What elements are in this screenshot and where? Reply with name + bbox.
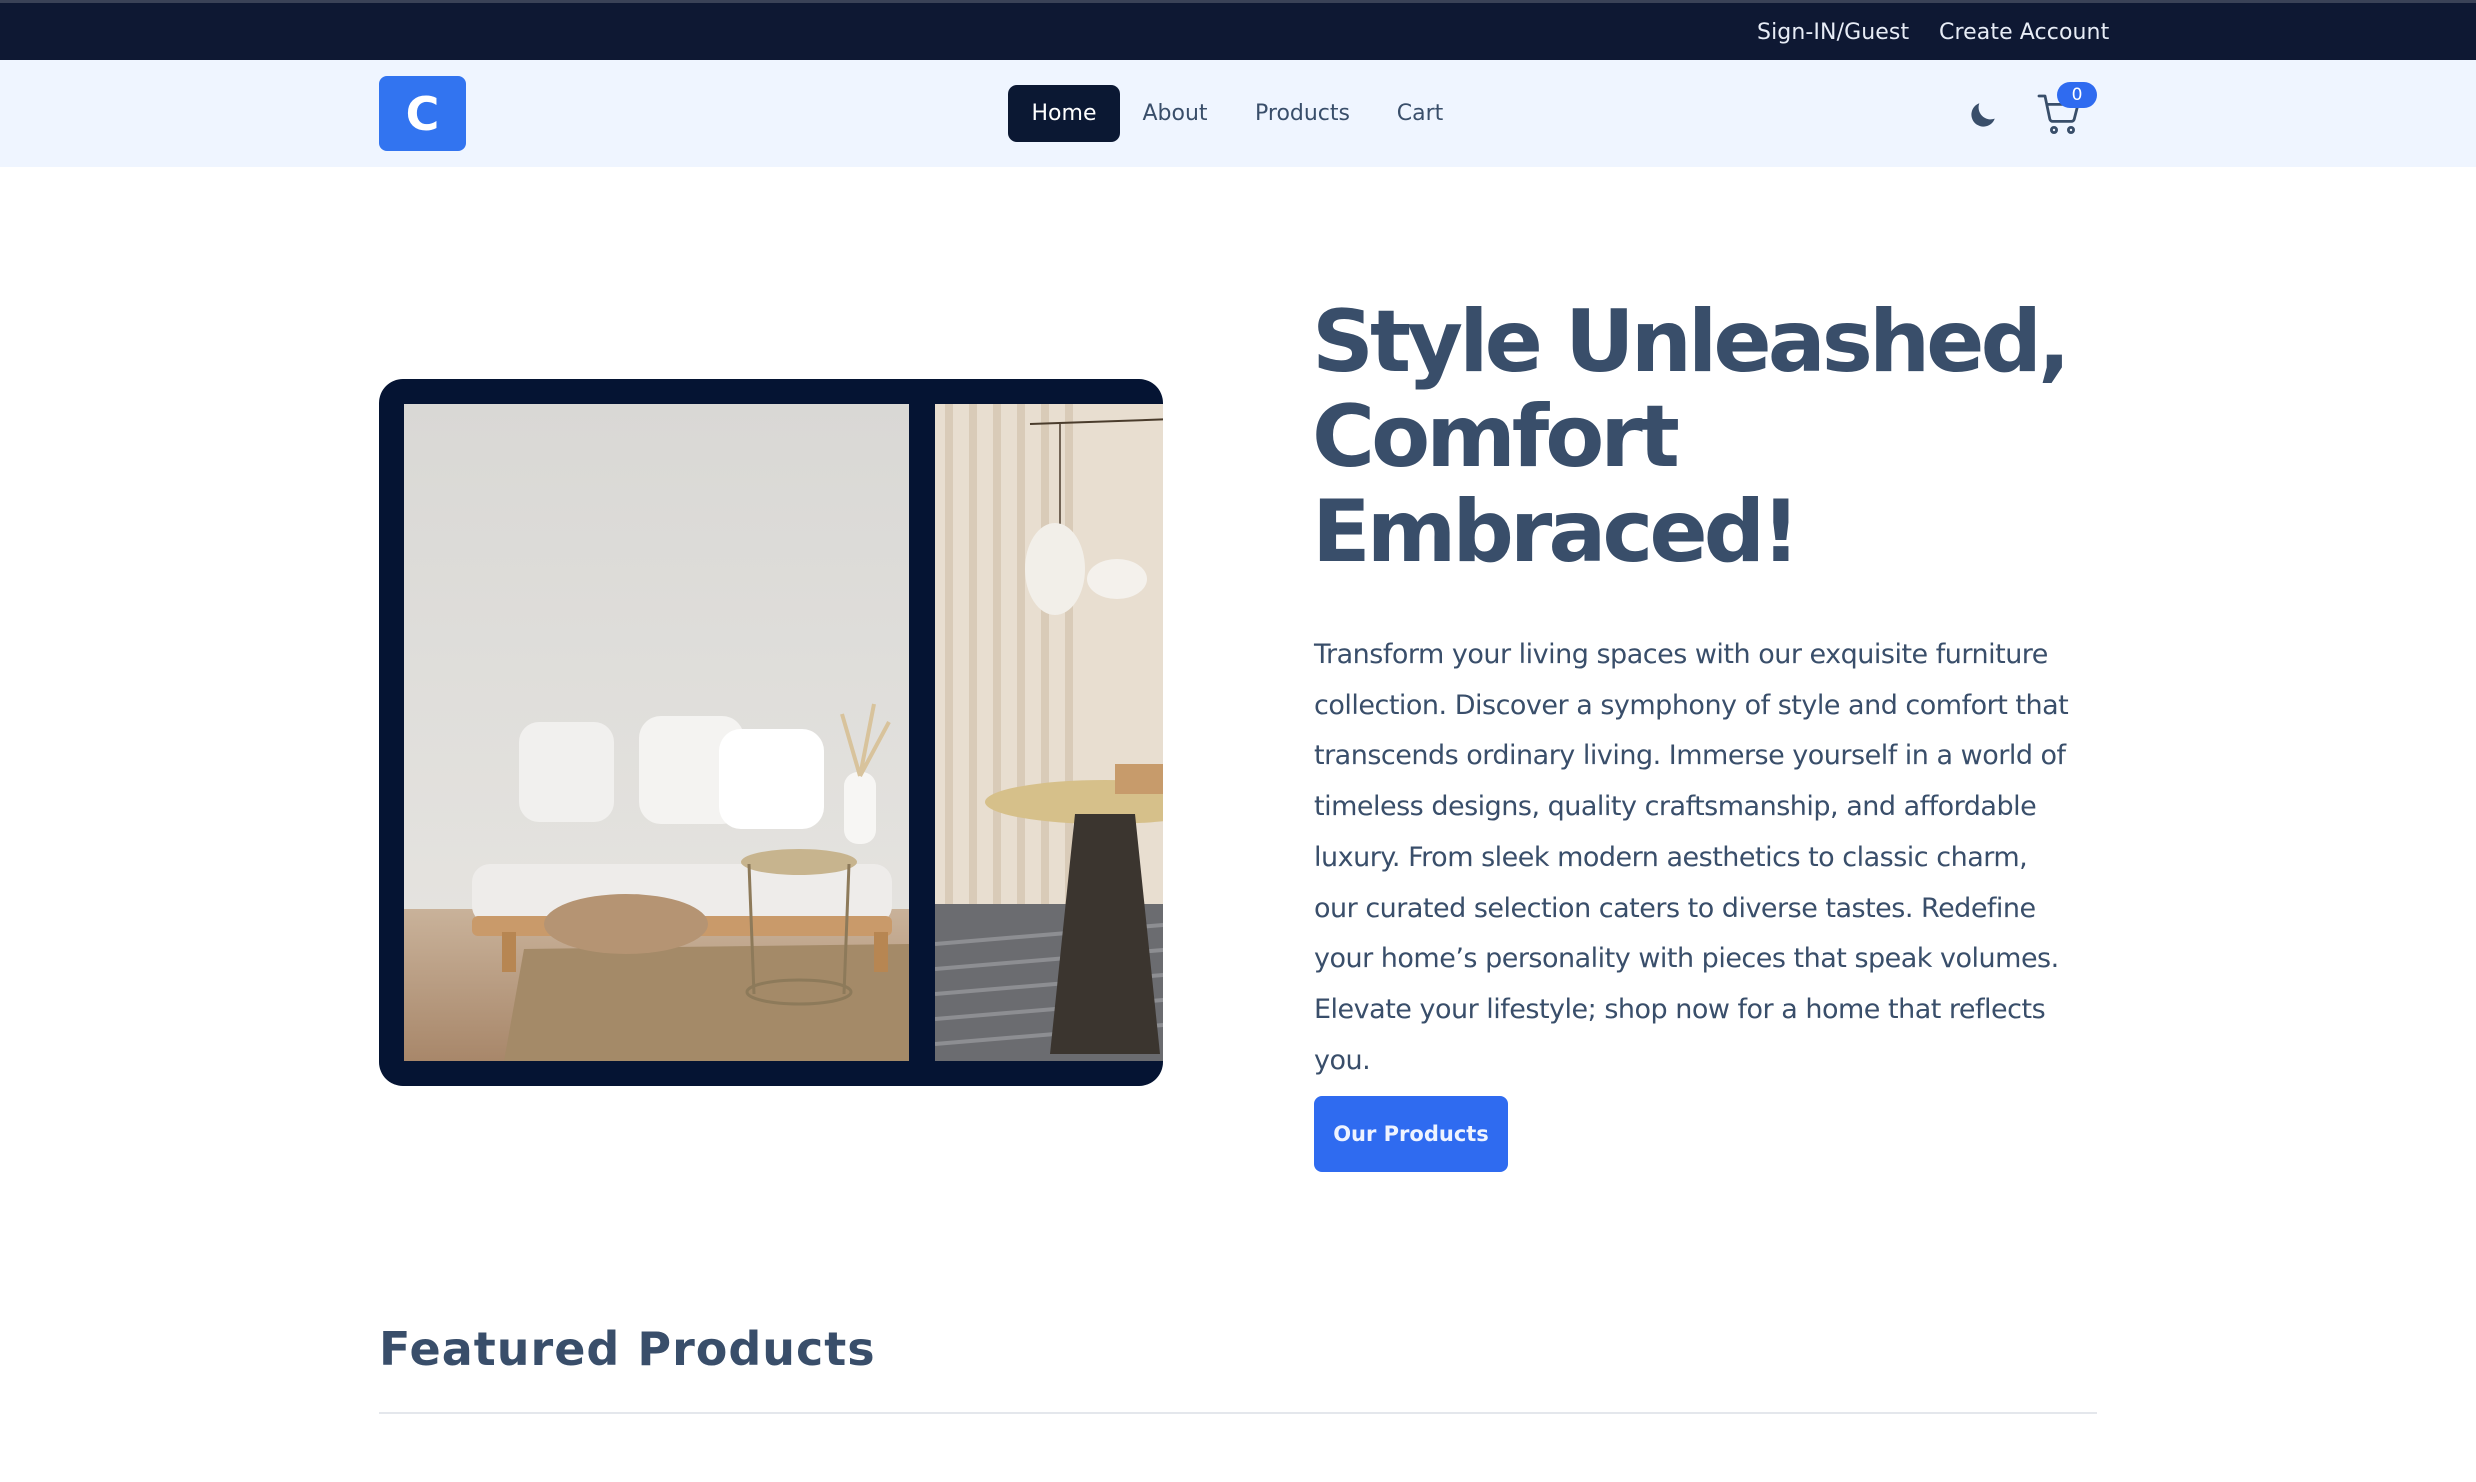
top-utility-bar: Sign-IN/Guest Create Account: [0, 0, 2476, 60]
cart-count-badge: 0: [2057, 82, 2097, 108]
featured-products-heading: Featured Products: [379, 1322, 876, 1376]
main-navbar: C Home About Products Cart 0: [0, 60, 2476, 167]
logo[interactable]: C: [379, 76, 466, 151]
nav-products[interactable]: Products: [1240, 85, 1365, 142]
hero-title: Style Unleashed, Comfort Embraced!: [1312, 292, 2071, 582]
nav-home[interactable]: Home: [1008, 85, 1120, 142]
featured-divider: [379, 1412, 2097, 1414]
nav-about[interactable]: About: [1130, 85, 1220, 142]
create-account-link[interactable]: Create Account: [1939, 20, 2109, 45]
sign-in-link[interactable]: Sign-IN/Guest: [1757, 20, 1909, 45]
nav-cart[interactable]: Cart: [1385, 85, 1455, 142]
living-room-sofa-image: [404, 404, 909, 1061]
hero-description: Transform your living spaces with our ex…: [1314, 639, 2069, 1076]
moon-icon[interactable]: [1966, 98, 2000, 132]
our-products-button[interactable]: Our Products: [1314, 1096, 1508, 1172]
hero-image-carousel[interactable]: [379, 379, 1163, 1086]
dining-table-lamp-image: [935, 404, 1163, 1061]
